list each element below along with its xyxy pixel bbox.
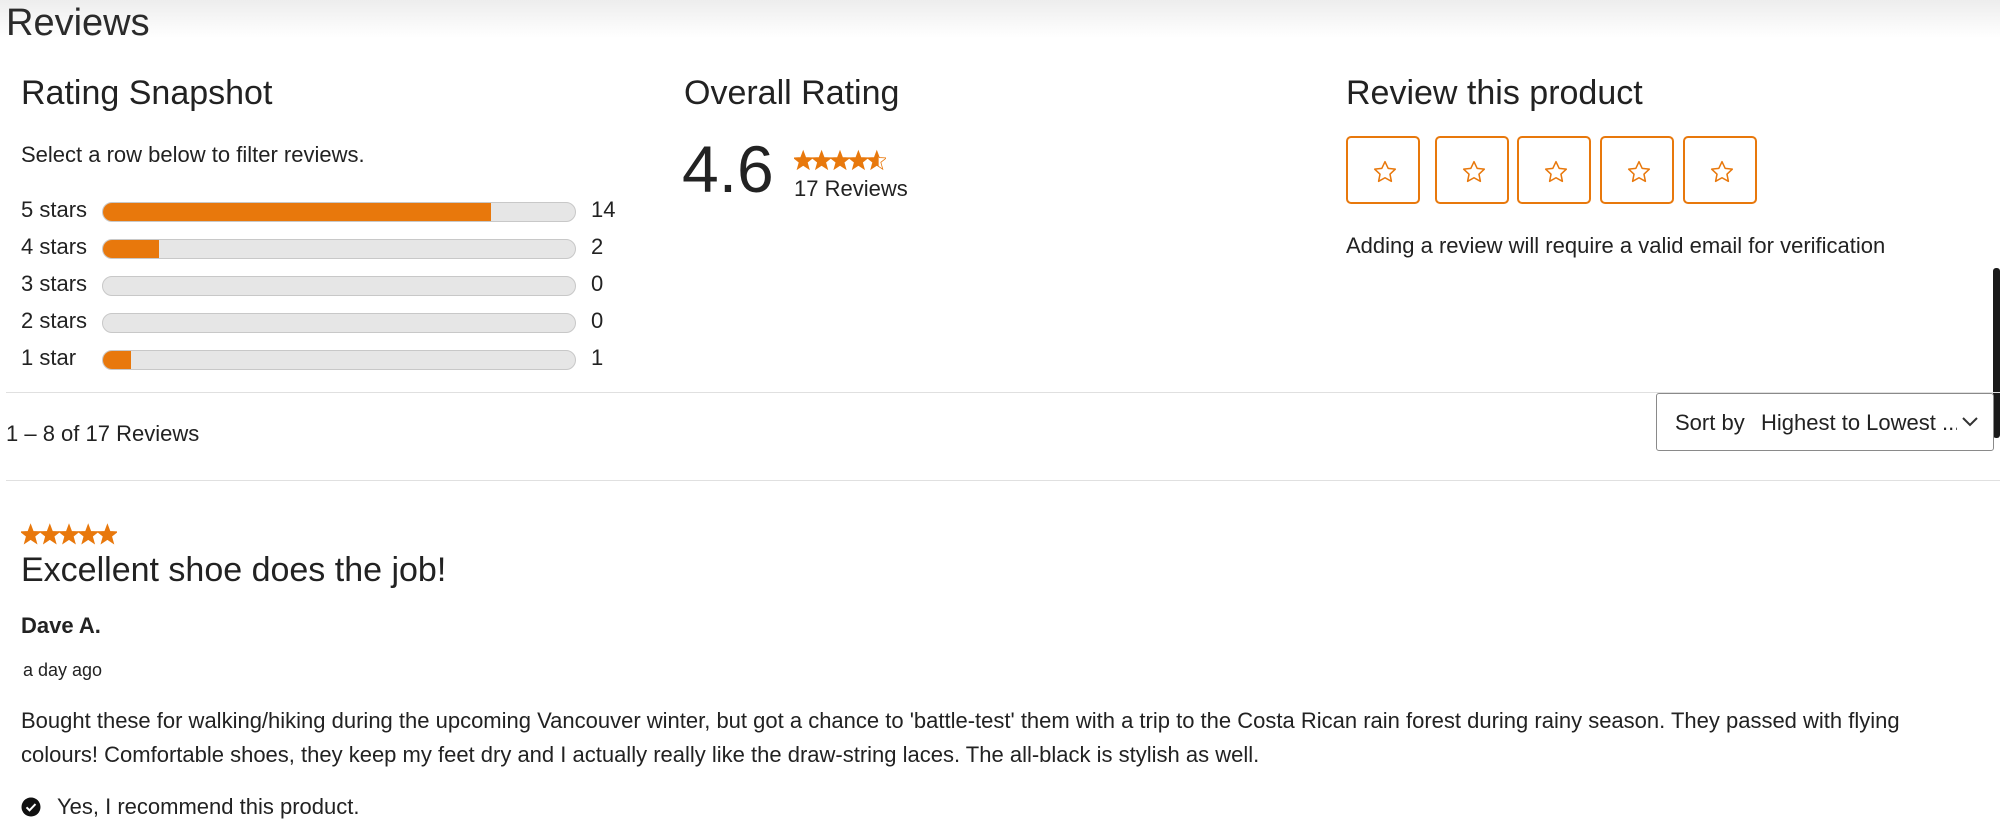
histogram-fill [103, 351, 131, 369]
page-title: Reviews [6, 2, 150, 44]
review-body: Bought these for walking/hiking during t… [21, 708, 1900, 767]
star-filled [58, 524, 80, 544]
star-filled [848, 150, 869, 170]
histogram-label: 2 stars [21, 308, 88, 333]
histogram-fill [103, 203, 492, 221]
histogram-track [102, 202, 576, 222]
rate-2-star-button[interactable] [1435, 136, 1509, 204]
histogram-count: 0 [591, 308, 604, 333]
check-circle-icon [21, 797, 41, 817]
histogram-track [102, 313, 576, 333]
histogram-fill [103, 240, 159, 258]
review-star-rating-icon [21, 523, 117, 545]
header-shade [0, 0, 2000, 38]
divider [6, 480, 2000, 481]
star-outline-icon [1627, 160, 1651, 183]
review-date: a day ago [23, 660, 103, 680]
histogram-count: 1 [591, 345, 604, 370]
histogram-label: 3 stars [21, 271, 88, 296]
chevron-down-icon [1962, 417, 1978, 427]
email-verification-note: Adding a review will require a valid ema… [1346, 233, 1886, 258]
star-outline-icon [1544, 160, 1568, 183]
sort-label: Sort by [1675, 410, 1745, 435]
star-filled [794, 150, 813, 170]
star-filled [97, 524, 117, 544]
histogram-row-5-stars[interactable]: 5 stars 14 [21, 193, 621, 227]
histogram-label: 5 stars [21, 197, 88, 222]
histogram-count: 2 [591, 234, 604, 259]
histogram-label: 4 stars [21, 234, 88, 259]
histogram-track [102, 276, 576, 296]
histogram-track [102, 350, 576, 370]
rate-1-star-button[interactable] [1346, 136, 1420, 204]
filter-hint: Select a row below to filter reviews. [21, 142, 365, 167]
histogram-track [102, 239, 576, 259]
recommend-text: Yes, I recommend this product. [57, 794, 360, 819]
sort-value: Highest to Lowest ... [1761, 410, 1957, 435]
review-author: Dave A. [21, 613, 101, 638]
star-outline-icon [1373, 160, 1397, 183]
rate-5-star-button[interactable] [1683, 136, 1757, 204]
histogram-row-3-stars[interactable]: 3 stars 0 [21, 267, 621, 301]
page-scrollbar[interactable] [1993, 268, 2000, 438]
histogram-row-4-stars[interactable]: 4 stars 2 [21, 230, 621, 264]
star-outline-icon [1710, 160, 1734, 183]
star-filled [830, 150, 850, 170]
star-filled [811, 150, 832, 170]
star-filled [78, 524, 99, 544]
overall-rating-heading: Overall Rating [684, 74, 900, 112]
histogram-count: 0 [591, 271, 604, 296]
rate-3-star-button[interactable] [1517, 136, 1591, 204]
star-filled [39, 524, 60, 544]
average-rating: 4.6 [682, 132, 774, 206]
rating-snapshot-heading: Rating Snapshot [21, 74, 273, 112]
star-filled [21, 524, 41, 544]
histogram-row-2-stars[interactable]: 2 stars 0 [21, 304, 621, 338]
star-outline-icon [1462, 160, 1486, 183]
pagination-summary: 1 – 8 of 17 Reviews [6, 421, 200, 446]
review-title: Excellent shoe does the job! [21, 551, 447, 589]
review-product-heading: Review this product [1346, 74, 1643, 112]
rate-4-star-button[interactable] [1600, 136, 1674, 204]
sort-select[interactable]: Sort by Highest to Lowest ... [1656, 393, 1994, 451]
histogram-count: 14 [591, 197, 616, 222]
review-count: 17 Reviews [794, 176, 908, 201]
histogram-row-1-star[interactable]: 1 star 1 [21, 341, 621, 375]
star-rating-icon [794, 149, 886, 171]
histogram-label: 1 star [21, 345, 77, 370]
